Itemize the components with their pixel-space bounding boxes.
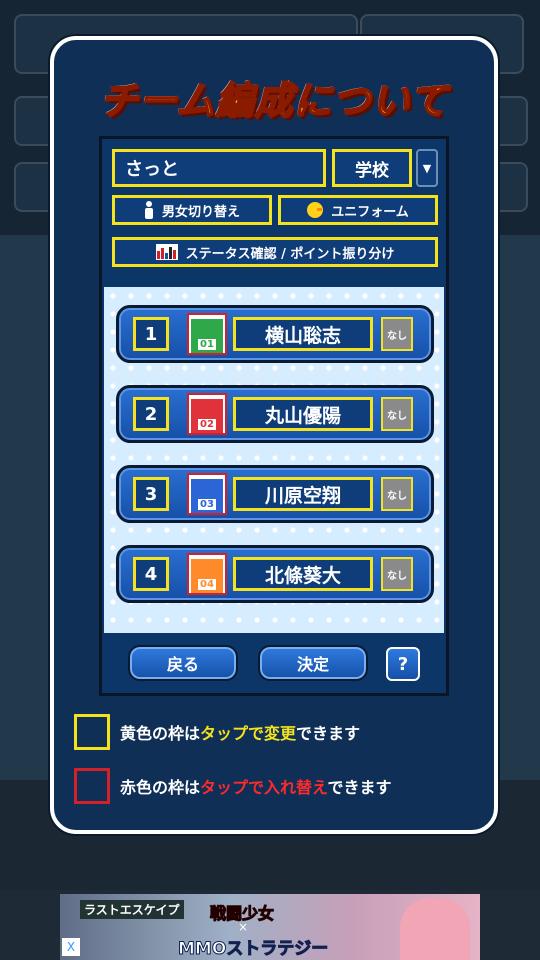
player-name[interactable]: 川原空翔: [233, 477, 373, 511]
person-icon: [144, 201, 154, 219]
player-roster: 1 01 横山聡志 なし 2 02 丸山優陽 なし 3 03 川原空翔 なし 4…: [104, 287, 444, 633]
close-icon[interactable]: X: [62, 938, 80, 956]
back-button[interactable]: 戻る: [128, 645, 238, 681]
legend-yellow: 黄色の枠はタップで変更できます: [74, 712, 474, 752]
uniform-label: ユニフォーム: [331, 204, 409, 220]
chevron-down-icon[interactable]: ▼: [416, 149, 438, 187]
gender-toggle-label: 男女切り替え: [161, 204, 240, 220]
equipment-slot[interactable]: なし: [381, 477, 413, 511]
jersey-icon[interactable]: 04: [187, 553, 227, 595]
confirm-button[interactable]: 決定: [258, 645, 368, 681]
player-name[interactable]: 横山聡志: [233, 317, 373, 351]
ad-character-image: [400, 898, 470, 960]
legend-red-text: 赤色の枠はタップで入れ替えできます: [120, 778, 392, 797]
chick-icon: [307, 202, 324, 218]
yellow-frame-swatch: [74, 714, 110, 750]
jersey-number: 04: [198, 579, 216, 590]
school-select[interactable]: 学校: [332, 149, 412, 187]
equipment-slot[interactable]: なし: [381, 397, 413, 431]
ad-logo: ラストエスケイプ: [80, 900, 184, 919]
jersey-icon[interactable]: 01: [187, 313, 227, 355]
player-row[interactable]: 3 03 川原空翔 なし: [116, 465, 434, 523]
player-name[interactable]: 丸山優陽: [233, 397, 373, 431]
player-number: 4: [133, 557, 169, 591]
uniform-button[interactable]: ユニフォーム: [278, 195, 438, 225]
player-number: 1: [133, 317, 169, 351]
equipment-slot[interactable]: なし: [381, 557, 413, 591]
red-frame-swatch: [74, 768, 110, 804]
ad-banner[interactable]: ラストエスケイプ 戦闘少女 × MMOストラテジー X: [60, 894, 480, 960]
ad-subheadline: MMOストラテジー: [177, 939, 329, 960]
status-points-button[interactable]: ステータス確認 / ポイント振り分け: [112, 237, 438, 267]
player-number: 2: [133, 397, 169, 431]
player-number: 3: [133, 477, 169, 511]
player-row[interactable]: 2 02 丸山優陽 なし: [116, 385, 434, 443]
ad-cross: ×: [238, 920, 249, 934]
player-name[interactable]: 北條葵大: [233, 557, 373, 591]
dialog-title: チーム編成について: [99, 78, 449, 124]
help-icon[interactable]: ?: [386, 647, 420, 681]
player-row[interactable]: 1 01 横山聡志 なし: [116, 305, 434, 363]
jersey-icon[interactable]: 02: [187, 393, 227, 435]
bar-chart-icon: [155, 244, 178, 260]
formation-panel: さっと 学校 ▼ 男女切り替え ユニフォーム ステータス確認 / ポイント振り分…: [99, 136, 449, 696]
jersey-icon[interactable]: 03: [187, 473, 227, 515]
legend-red: 赤色の枠はタップで入れ替えできます: [74, 766, 474, 806]
player-row[interactable]: 4 04 北條葵大 なし: [116, 545, 434, 603]
jersey-number: 01: [198, 339, 216, 350]
player-name-field[interactable]: さっと: [112, 149, 326, 187]
equipment-slot[interactable]: なし: [381, 317, 413, 351]
team-formation-help-dialog: チーム編成について さっと 学校 ▼ 男女切り替え ユニフォーム ステータス確認…: [50, 36, 498, 834]
jersey-number: 03: [198, 499, 216, 510]
legend-yellow-text: 黄色の枠はタップで変更できます: [120, 724, 361, 743]
jersey-number: 02: [198, 419, 216, 430]
gender-toggle-button[interactable]: 男女切り替え: [112, 195, 272, 225]
status-points-label: ステータス確認 / ポイント振り分け: [185, 246, 395, 262]
